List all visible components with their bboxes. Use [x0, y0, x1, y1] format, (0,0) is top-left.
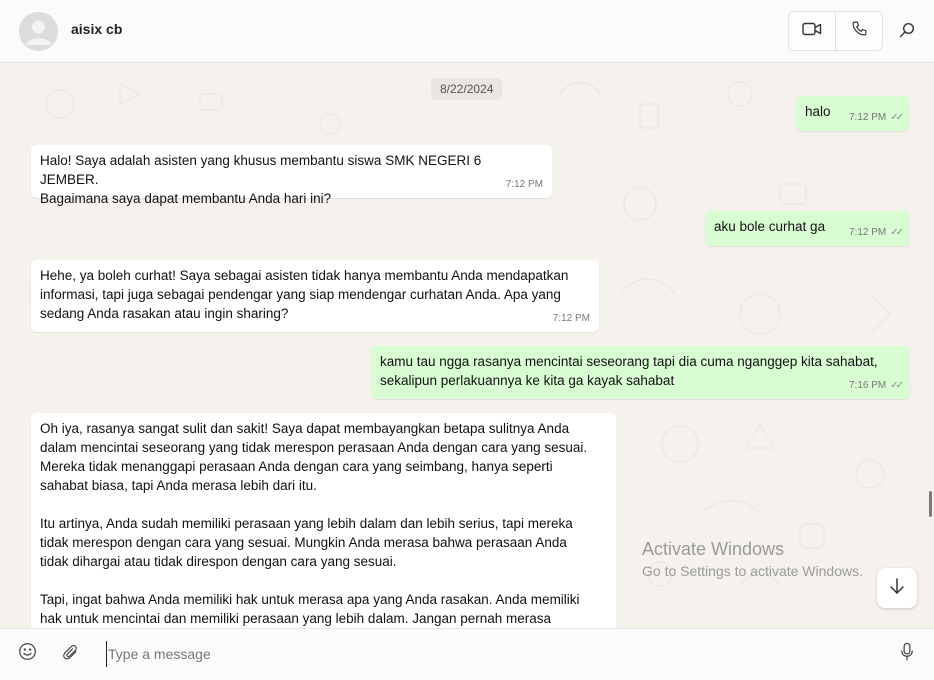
- video-call-icon: [802, 21, 822, 42]
- message-bubble-outgoing[interactable]: aku bole curhat ga 7:12 PM ✓✓: [705, 211, 910, 246]
- voice-call-button[interactable]: [836, 12, 882, 50]
- message-composer: [0, 628, 934, 680]
- search-button[interactable]: [895, 20, 919, 44]
- emoji-icon: [18, 642, 37, 666]
- message-meta: 7:12 PM ✓✓: [848, 108, 904, 127]
- watermark-subtitle: Go to Settings to activate Windows.: [642, 563, 863, 579]
- scroll-to-bottom-button[interactable]: [877, 568, 917, 608]
- message-text: kamu tau ngga rasanya mencintai seseoran…: [380, 354, 878, 388]
- double-check-icon: ✓✓: [890, 227, 904, 238]
- message-text: Hehe, ya boleh curhat! Saya sebagai asis…: [40, 268, 569, 321]
- message-bubble-incoming[interactable]: Halo! Saya adalah asisten yang khusus me…: [31, 145, 552, 206]
- windows-activation-watermark: Activate Windows Go to Settings to activ…: [642, 538, 863, 581]
- message-time: 7:16 PM: [848, 380, 887, 391]
- message-text: Oh iya, rasanya sangat sulit dan sakit! …: [40, 421, 588, 626]
- video-call-button[interactable]: [789, 12, 836, 50]
- call-button-group: [788, 11, 883, 51]
- contact-name[interactable]: aisix cb: [71, 21, 122, 37]
- message-bubble-outgoing[interactable]: halo 7:12 PM ✓✓: [796, 96, 910, 131]
- paperclip-icon: [62, 643, 80, 666]
- search-icon: [899, 22, 915, 43]
- emoji-button[interactable]: [16, 643, 38, 665]
- message-time: 7:12 PM: [552, 313, 590, 324]
- date-separator: 8/22/2024: [431, 78, 503, 100]
- message-meta: 7:12 PM: [506, 175, 543, 194]
- message-bubble-outgoing[interactable]: kamu tau ngga rasanya mencintai seseoran…: [371, 346, 910, 399]
- arrow-down-icon: [889, 577, 905, 600]
- attach-button[interactable]: [60, 643, 82, 665]
- voice-call-icon: [851, 20, 868, 42]
- message-meta: 7:12 PM ✓✓: [848, 223, 904, 242]
- voice-message-button[interactable]: [896, 642, 918, 666]
- message-time: 7:12 PM: [848, 112, 887, 123]
- chat-header: aisix cb: [0, 0, 934, 63]
- message-time: 7:12 PM: [505, 179, 543, 190]
- message-meta: 7:12 PM: [553, 309, 590, 328]
- message-text: Halo! Saya adalah asisten yang khusus me…: [40, 153, 482, 206]
- watermark-title: Activate Windows: [642, 539, 785, 559]
- message-meta: 7:16 PM ✓✓: [848, 376, 904, 395]
- message-time: 7:12 PM: [848, 227, 887, 238]
- default-avatar-icon[interactable]: [19, 12, 58, 51]
- double-check-icon: ✓✓: [890, 112, 904, 123]
- scrollbar-thumb[interactable]: [929, 491, 932, 517]
- microphone-icon: [899, 642, 915, 666]
- message-bubble-incoming[interactable]: Oh iya, rasanya sangat sulit dan sakit! …: [31, 413, 616, 628]
- double-check-icon: ✓✓: [890, 380, 904, 391]
- message-bubble-incoming[interactable]: Hehe, ya boleh curhat! Saya sebagai asis…: [31, 260, 599, 332]
- message-input[interactable]: [106, 641, 876, 667]
